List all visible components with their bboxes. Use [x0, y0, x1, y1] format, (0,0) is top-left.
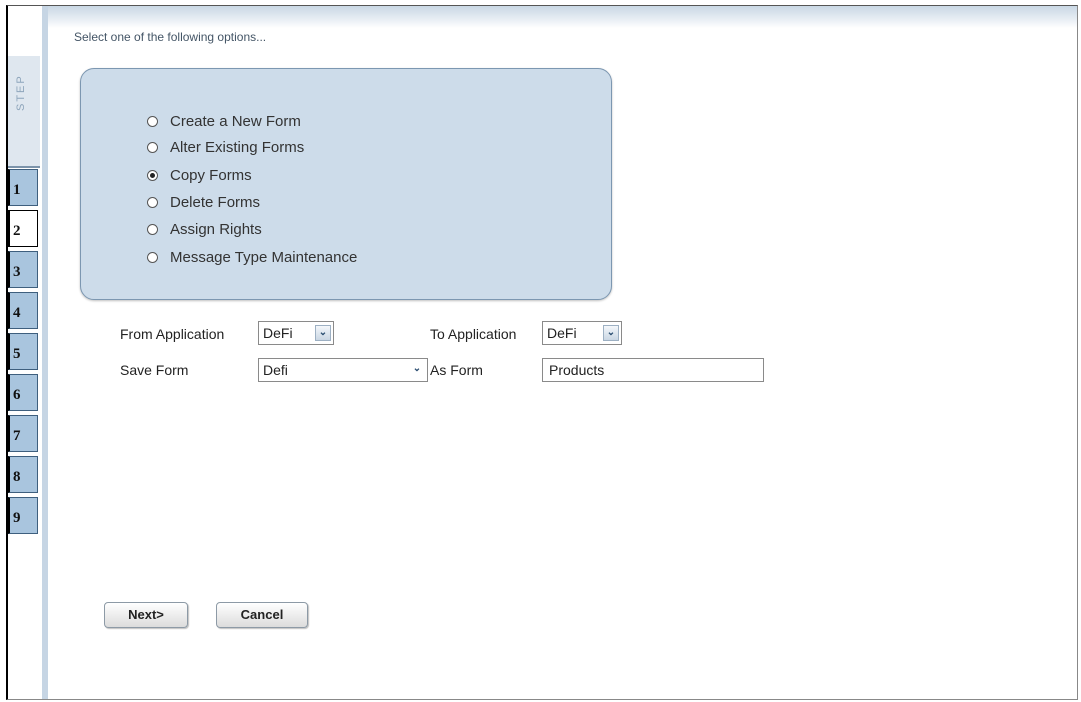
radio-button[interactable] — [147, 115, 158, 127]
option-copy-forms[interactable]: Copy Forms — [147, 164, 252, 186]
select-value: DeFi — [263, 325, 293, 341]
step-list: 1 2 3 4 5 6 7 8 9 — [8, 169, 44, 538]
option-label: Copy Forms — [170, 166, 252, 184]
save-form-label: Save Form — [120, 362, 189, 378]
radio-button[interactable] — [147, 141, 158, 153]
next-button[interactable]: Next> — [104, 602, 188, 628]
save-form-select[interactable]: Defi ⌄ — [258, 358, 428, 382]
step-2[interactable]: 2 — [8, 210, 38, 247]
radio-button[interactable] — [147, 223, 158, 235]
from-application-label: From Application — [120, 326, 225, 342]
option-create-new-form[interactable]: Create a New Form — [147, 110, 301, 132]
wizard-window: STEP 1 2 3 4 5 6 7 8 9 Select one of the… — [6, 5, 1078, 700]
as-form-label: As Form — [430, 362, 483, 378]
option-alter-existing-forms[interactable]: Alter Existing Forms — [147, 136, 304, 158]
step-1[interactable]: 1 — [8, 169, 38, 206]
step-4[interactable]: 4 — [8, 292, 38, 329]
option-label: Assign Rights — [170, 220, 262, 238]
step-8[interactable]: 8 — [8, 456, 38, 493]
chevron-down-icon[interactable]: ⌄ — [315, 325, 331, 341]
to-application-label: To Application — [430, 326, 517, 342]
select-value: Defi — [263, 362, 288, 378]
step-3[interactable]: 3 — [8, 251, 38, 288]
option-assign-rights[interactable]: Assign Rights — [147, 218, 262, 240]
step-7[interactable]: 7 — [8, 415, 38, 452]
radio-button-selected[interactable] — [147, 169, 158, 181]
option-delete-forms[interactable]: Delete Forms — [147, 191, 260, 213]
step-5[interactable]: 5 — [8, 333, 38, 370]
chevron-down-icon[interactable]: ⌄ — [409, 362, 425, 378]
option-message-type-maintenance[interactable]: Message Type Maintenance — [147, 246, 357, 268]
as-form-input[interactable] — [542, 358, 764, 382]
option-label: Delete Forms — [170, 193, 261, 211]
instruction-text: Select one of the following options... — [74, 30, 267, 44]
to-application-select[interactable]: DeFi ⌄ — [542, 321, 622, 345]
step-header — [8, 56, 40, 168]
option-label: Alter Existing Forms — [170, 138, 305, 156]
header-band — [48, 6, 1077, 28]
radio-button[interactable] — [147, 196, 158, 208]
select-value: DeFi — [547, 325, 577, 341]
chevron-down-icon[interactable]: ⌄ — [603, 325, 619, 341]
cancel-button[interactable]: Cancel — [216, 602, 308, 628]
from-application-select[interactable]: DeFi ⌄ — [258, 321, 334, 345]
options-panel: Create a New Form Alter Existing Forms C… — [80, 68, 612, 300]
option-label: Create a New Form — [170, 112, 301, 130]
radio-button[interactable] — [147, 251, 158, 263]
option-label: Message Type Maintenance — [170, 248, 358, 266]
step-label: STEP — [15, 74, 27, 111]
step-6[interactable]: 6 — [8, 374, 38, 411]
step-9[interactable]: 9 — [8, 497, 38, 534]
